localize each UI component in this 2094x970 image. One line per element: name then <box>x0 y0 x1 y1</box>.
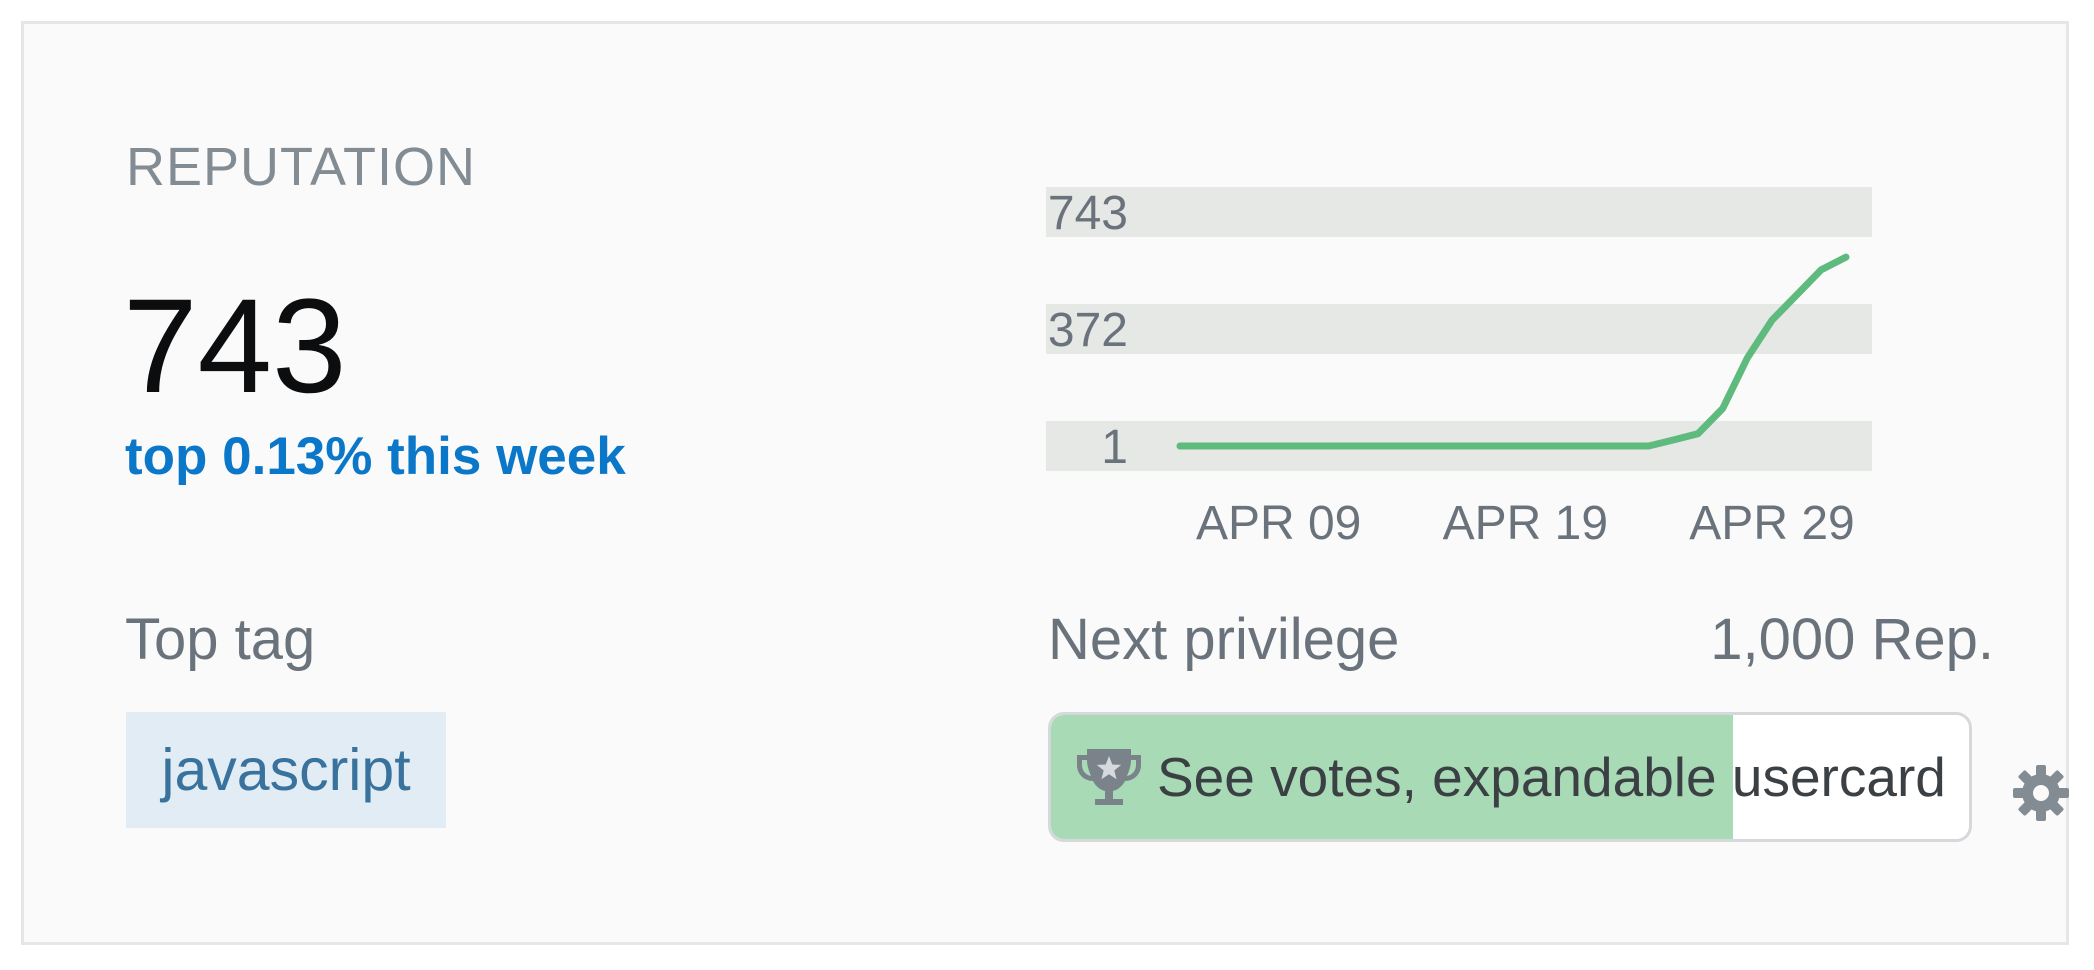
top-tag-chip[interactable]: javascript <box>126 712 446 828</box>
top-tag-label: Top tag <box>125 607 316 672</box>
top-tag-text: javascript <box>161 737 411 803</box>
reputation-card: REPUTATION 743 top 0.13% this week Top t… <box>21 21 2069 945</box>
chart-x-tick-label: APR 19 <box>1443 497 1608 550</box>
reputation-chart-svg: 743 372 1 APR 09 APR 19 APR 29 <box>1046 187 1872 550</box>
reputation-chart: 743 372 1 APR 09 APR 19 APR 29 <box>1046 184 1926 564</box>
reputation-label: REPUTATION <box>126 137 477 197</box>
next-privilege-rep: 1,000 Rep. <box>1710 607 1994 672</box>
chart-x-tick-label: APR 09 <box>1196 497 1361 550</box>
next-privilege-label: Next privilege <box>1048 607 1400 672</box>
trophy-icon <box>1077 749 1141 805</box>
chart-y-tick-label: 743 <box>1048 187 1128 240</box>
chart-x-tick-label: APR 29 <box>1689 497 1854 550</box>
reputation-rank-link[interactable]: top 0.13% this week <box>125 426 626 487</box>
chart-y-tick-label: 1 <box>1101 421 1128 474</box>
gear-icon[interactable] <box>2012 764 2070 822</box>
privilege-text: See votes, expandable usercard <box>1157 746 1946 808</box>
privilege-progress-bar[interactable]: See votes, expandable usercard <box>1048 712 1972 842</box>
chart-gridband <box>1046 187 1872 237</box>
chart-y-tick-label: 372 <box>1048 304 1128 357</box>
reputation-value: 743 <box>123 272 347 421</box>
chart-gridband <box>1046 304 1872 354</box>
